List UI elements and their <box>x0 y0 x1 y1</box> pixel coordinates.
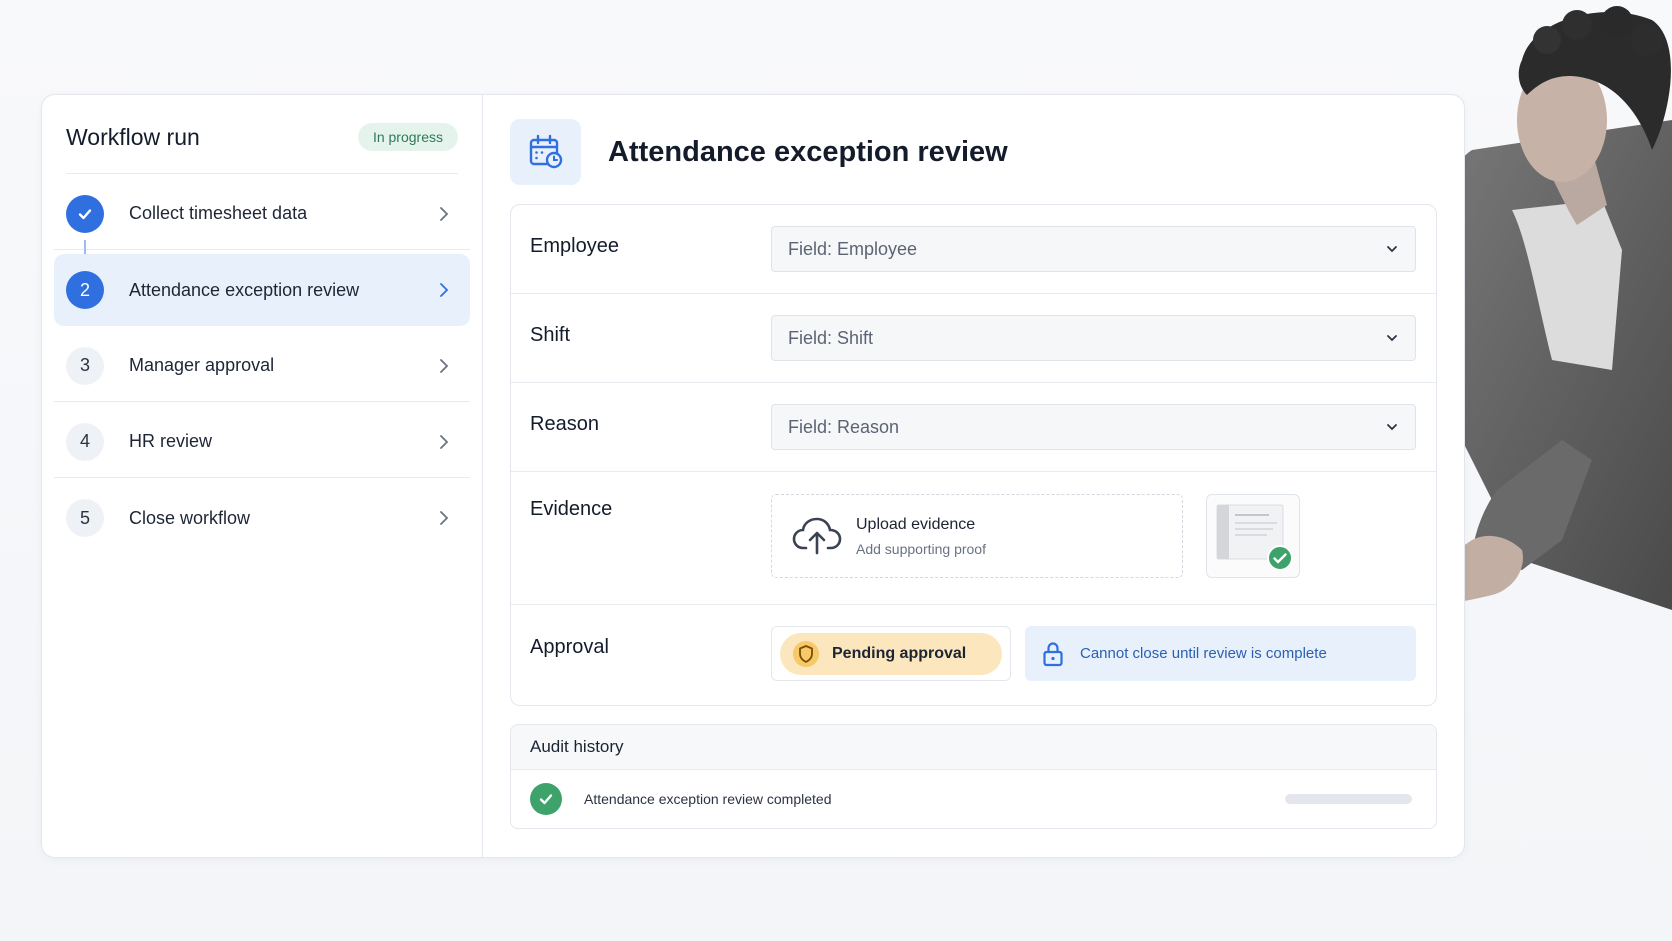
step-label: HR review <box>129 431 213 451</box>
shift-select[interactable]: Field: Shift <box>771 315 1416 361</box>
step-label: Attendance exception review <box>129 279 360 300</box>
chevron-right-icon <box>440 434 449 449</box>
approval-row: Approval Pending approval Cannot close u… <box>511 605 1436 705</box>
workflow-card: Workflow run In progress Collect timeshe… <box>41 94 1465 858</box>
step-close-workflow[interactable]: 5 Close workflow <box>54 482 470 554</box>
upload-subtitle: Add supporting proof <box>856 540 986 557</box>
step-hr-review[interactable]: 4 HR review <box>54 406 470 478</box>
audit-history-panel: Audit history Attendance exception revie… <box>510 724 1437 829</box>
audit-entry-text: Attendance exception review completed <box>584 791 832 807</box>
step-number: 3 <box>66 346 104 385</box>
audit-entry-placeholder-bar <box>1285 794 1412 804</box>
step-manager-approval[interactable]: 3 Manager approval <box>54 330 470 402</box>
chevron-down-icon <box>1387 246 1397 253</box>
employee-select-placeholder: Field: Employee <box>788 238 918 259</box>
reason-select[interactable]: Field: Reason <box>771 404 1416 450</box>
chevron-right-icon <box>440 206 449 221</box>
approval-status-label: Pending approval <box>832 644 967 662</box>
status-badge: In progress <box>357 123 458 151</box>
chevron-right-icon <box>440 283 449 297</box>
sidebar-title: Workflow run <box>66 123 200 150</box>
chevron-down-icon <box>1387 335 1397 342</box>
step-label: Close workflow <box>129 507 251 528</box>
reason-label: Reason <box>530 413 599 435</box>
step-number: 2 <box>66 271 104 309</box>
shift-label: Shift <box>530 324 571 346</box>
reason-row: Reason Field: Reason <box>511 383 1436 472</box>
cloud-upload-icon <box>792 517 842 555</box>
success-check-icon <box>530 783 562 815</box>
audit-entry: Attendance exception review completed <box>511 770 1436 828</box>
employee-label: Employee <box>530 235 619 257</box>
shift-select-placeholder: Field: Shift <box>788 327 874 348</box>
evidence-label: Evidence <box>530 498 613 520</box>
workflow-sidebar: Workflow run In progress Collect timeshe… <box>42 95 483 857</box>
lock-message: Cannot close until review is complete <box>1080 645 1327 662</box>
chevron-right-icon <box>440 511 449 525</box>
shield-icon <box>793 640 819 667</box>
lock-icon <box>1043 641 1063 666</box>
calendar-clock-icon <box>510 119 581 185</box>
evidence-row: Evidence Upload evidence Add supporting … <box>511 472 1436 605</box>
pending-approval-pill: Pending approval <box>780 632 1002 675</box>
employee-select[interactable]: Field: Employee <box>771 226 1416 272</box>
review-form: Employee Field: Employee Shift Field: Sh… <box>510 204 1437 706</box>
step-attendance-exception-review[interactable]: 2 Attendance exception review <box>54 254 470 326</box>
page-header: Attendance exception review <box>510 119 1437 185</box>
approval-status-box: Pending approval <box>771 626 1011 681</box>
employee-row: Employee Field: Employee <box>511 205 1436 294</box>
step-label: Collect timesheet data <box>129 203 308 223</box>
main-panel: Attendance exception review Employee Fie… <box>483 95 1464 857</box>
close-locked-notice: Cannot close until review is complete <box>1025 626 1416 681</box>
verified-check-icon <box>1267 545 1293 571</box>
approval-label: Approval <box>530 636 609 658</box>
chevron-down-icon <box>1387 424 1397 431</box>
reason-select-placeholder: Field: Reason <box>788 416 900 437</box>
step-label: Manager approval <box>129 355 275 375</box>
audit-history-title: Audit history <box>511 725 1436 770</box>
step-number: 4 <box>66 422 104 461</box>
sidebar-header: Workflow run In progress <box>66 95 458 174</box>
shift-row: Shift Field: Shift <box>511 294 1436 383</box>
chevron-right-icon <box>440 358 449 373</box>
upload-evidence-dropzone[interactable]: Upload evidence Add supporting proof <box>771 494 1183 578</box>
step-number: 5 <box>66 499 104 537</box>
evidence-thumbnail[interactable] <box>1206 494 1300 578</box>
step-list: Collect timesheet data 2 Attendance exce… <box>54 178 470 554</box>
page-title: Attendance exception review <box>608 135 1008 168</box>
step-collect-timesheet-data[interactable]: Collect timesheet data <box>54 178 470 262</box>
upload-title: Upload evidence <box>856 515 976 533</box>
step-complete-check-icon <box>66 194 104 233</box>
